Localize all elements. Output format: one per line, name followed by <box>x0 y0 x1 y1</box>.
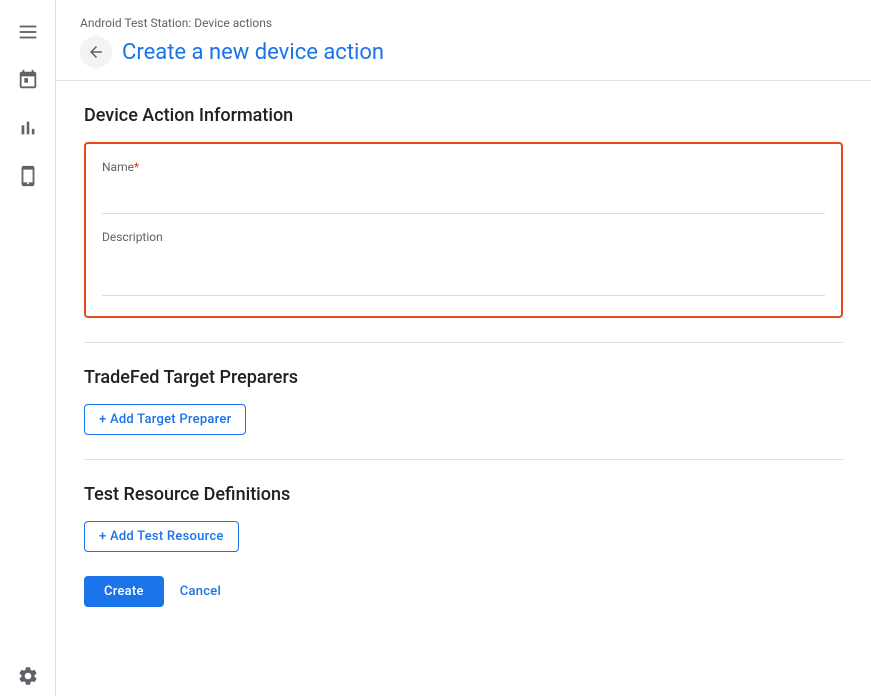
description-input[interactable] <box>102 248 825 296</box>
cancel-button[interactable]: Cancel <box>168 576 233 607</box>
device-action-form-card: Name* Description <box>84 142 843 318</box>
description-label: Description <box>102 230 825 244</box>
tradefed-section-title: TradeFed Target Preparers <box>84 367 843 388</box>
sidebar-icon-list[interactable] <box>8 12 48 52</box>
test-resource-section: Test Resource Definitions + Add Test Res… <box>84 484 843 552</box>
name-label: Name* <box>102 160 825 174</box>
content-area: Device Action Information Name* Descript… <box>56 81 871 631</box>
page-header: Android Test Station: Device actions Cre… <box>56 0 871 81</box>
sidebar-icon-settings[interactable] <box>8 656 48 696</box>
main-content: Android Test Station: Device actions Cre… <box>56 0 871 696</box>
form-actions: Create Cancel <box>84 576 843 607</box>
add-test-resource-button[interactable]: + Add Test Resource <box>84 521 239 552</box>
add-target-preparer-button[interactable]: + Add Target Preparer <box>84 404 246 435</box>
device-action-info-section: Device Action Information Name* Descript… <box>84 105 843 318</box>
breadcrumb: Android Test Station: Device actions <box>80 16 847 30</box>
back-button[interactable] <box>80 36 112 68</box>
divider-2 <box>84 459 843 460</box>
page-title: Create a new device action <box>122 40 384 65</box>
device-action-info-title: Device Action Information <box>84 105 843 126</box>
create-button[interactable]: Create <box>84 576 164 607</box>
sidebar-icon-calendar[interactable] <box>8 60 48 100</box>
test-resource-section-title: Test Resource Definitions <box>84 484 843 505</box>
description-field-group: Description <box>102 230 825 300</box>
sidebar-icon-phone[interactable] <box>8 156 48 196</box>
divider-1 <box>84 342 843 343</box>
tradefed-section: TradeFed Target Preparers + Add Target P… <box>84 367 843 435</box>
name-field-group: Name* <box>102 160 825 214</box>
sidebar <box>0 0 56 696</box>
name-input[interactable] <box>102 178 825 214</box>
sidebar-icon-chart[interactable] <box>8 108 48 148</box>
